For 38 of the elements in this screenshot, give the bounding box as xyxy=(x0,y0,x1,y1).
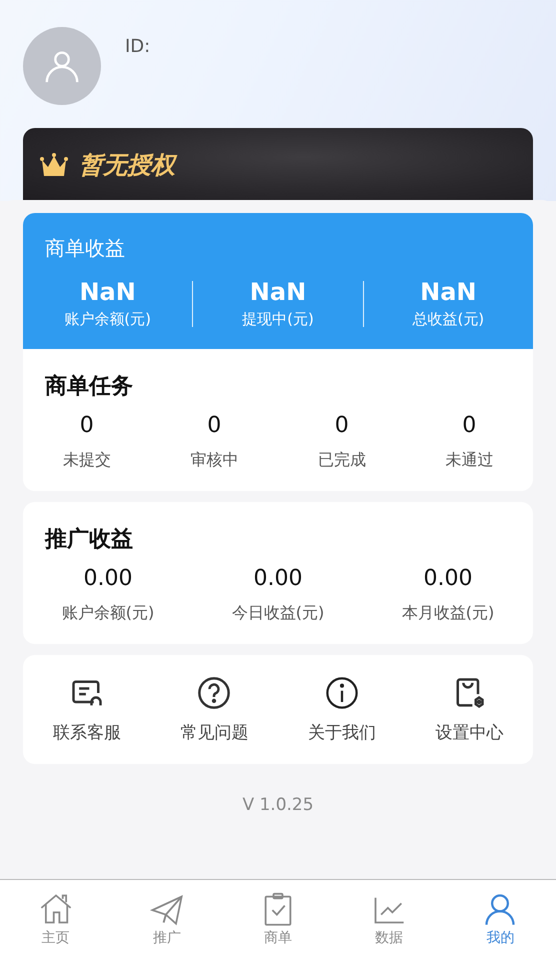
stat-label: 总收益(元) xyxy=(412,310,484,329)
stat-label: 未提交 xyxy=(62,450,111,471)
stat-label: 账户余额(元) xyxy=(64,310,152,329)
card-title: 商单收益 xyxy=(45,235,126,262)
shortcut-button[interactable]: 关于我们 xyxy=(278,675,406,744)
card-title: 商单任务 xyxy=(45,373,134,401)
license-status: 暂无授权 xyxy=(79,148,175,180)
shortcut-button[interactable]: 常见问题 xyxy=(150,675,278,744)
stat-label: 已完成 xyxy=(318,450,366,471)
stat-value: 0 xyxy=(207,413,222,438)
info-icon xyxy=(324,675,360,711)
shortcut-button[interactable]: 设置中心 xyxy=(406,675,533,744)
shortcut-button[interactable]: 联系客服 xyxy=(23,675,150,744)
stat-label: 今日收益(元) xyxy=(232,603,324,624)
tab-item[interactable]: 主页 xyxy=(0,880,112,957)
stat-value: NaN xyxy=(420,278,476,306)
stat-value: 0.00 xyxy=(424,566,472,591)
crown-icon xyxy=(39,152,69,178)
stat-label: 提现中(元) xyxy=(242,310,314,329)
card-title: 推广收益 xyxy=(45,526,134,554)
tab-item[interactable]: 推广 xyxy=(111,880,222,957)
stat-value: 0.00 xyxy=(254,566,302,591)
help-icon xyxy=(196,675,232,711)
stat-value: 0 xyxy=(462,413,476,438)
tab-item[interactable]: 我的 xyxy=(444,880,556,957)
stat-label: 账户余额(元) xyxy=(62,603,154,624)
stat-label: 未通过 xyxy=(445,450,494,471)
tab-item[interactable]: 数据 xyxy=(334,880,445,957)
stat-label: 本月收益(元) xyxy=(402,603,494,624)
user-id-label: ID: xyxy=(125,36,150,57)
stat-value: NaN xyxy=(79,278,136,306)
stat-value: NaN xyxy=(250,278,306,306)
stat-value: 0 xyxy=(334,413,349,438)
tab-item[interactable]: 商单 xyxy=(222,880,334,957)
version-label: V 1.0.25 xyxy=(242,795,314,815)
stat-value: 0 xyxy=(80,413,94,438)
stat-label: 审核中 xyxy=(190,450,238,471)
stat-value: 0.00 xyxy=(84,566,132,591)
